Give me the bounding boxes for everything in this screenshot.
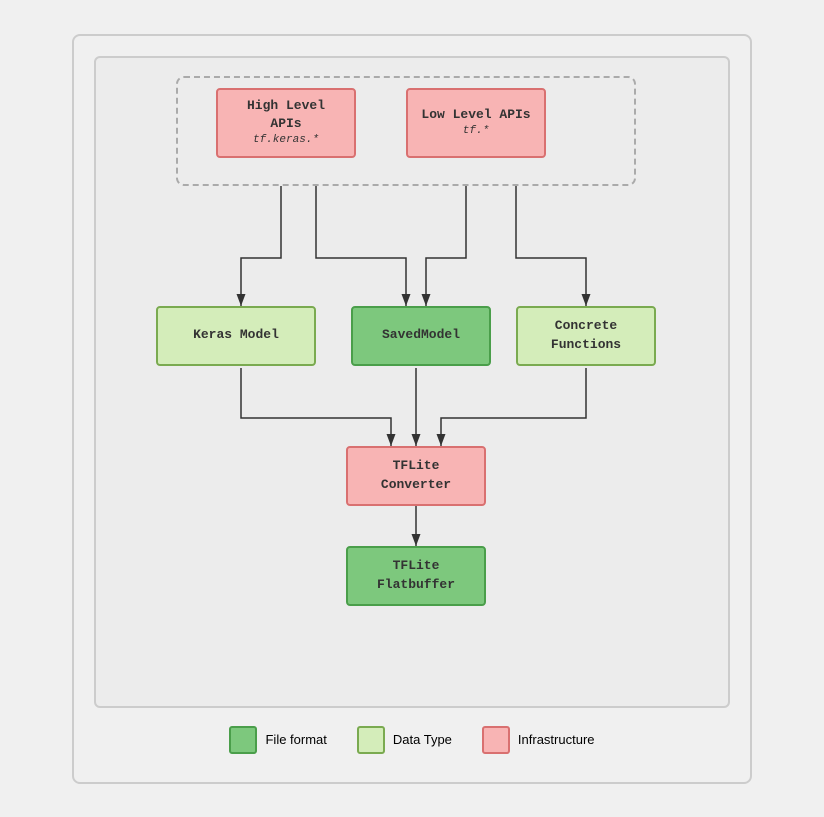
tflite-converter-box: TFLite Converter [346, 446, 486, 506]
legend-item-infrastructure: Infrastructure [482, 726, 595, 754]
keras-model-label: Keras Model [193, 326, 279, 344]
concrete-functions-label: Concrete Functions [528, 317, 644, 353]
low-level-apis-sublabel: tf.* [463, 124, 489, 139]
legend-item-data-type: Data Type [357, 726, 452, 754]
legend-swatch-pink [482, 726, 510, 754]
legend-label-data-type: Data Type [393, 732, 452, 747]
concrete-functions-box: Concrete Functions [516, 306, 656, 366]
legend-swatch-light-green [357, 726, 385, 754]
high-level-apis-sublabel: tf.keras.* [253, 133, 319, 148]
high-level-apis-box: High Level APIs tf.keras.* [216, 88, 356, 158]
outer-container: High Level APIs tf.keras.* Low Level API… [72, 34, 752, 784]
legend: File format Data Type Infrastructure [94, 708, 730, 762]
tflite-flatbuffer-box: TFLite Flatbuffer [346, 546, 486, 606]
legend-item-file-format: File format [229, 726, 326, 754]
keras-model-box: Keras Model [156, 306, 316, 366]
tflite-converter-label: TFLite Converter [358, 457, 474, 493]
legend-label-infrastructure: Infrastructure [518, 732, 595, 747]
tflite-flatbuffer-label: TFLite Flatbuffer [358, 557, 474, 593]
high-level-apis-label: High Level APIs [228, 97, 344, 133]
diagram-area: High Level APIs tf.keras.* Low Level API… [94, 56, 730, 708]
legend-label-file-format: File format [265, 732, 326, 747]
low-level-apis-box: Low Level APIs tf.* [406, 88, 546, 158]
legend-swatch-green [229, 726, 257, 754]
low-level-apis-label: Low Level APIs [421, 106, 530, 124]
saved-model-label: SavedModel [382, 326, 460, 344]
saved-model-box: SavedModel [351, 306, 491, 366]
